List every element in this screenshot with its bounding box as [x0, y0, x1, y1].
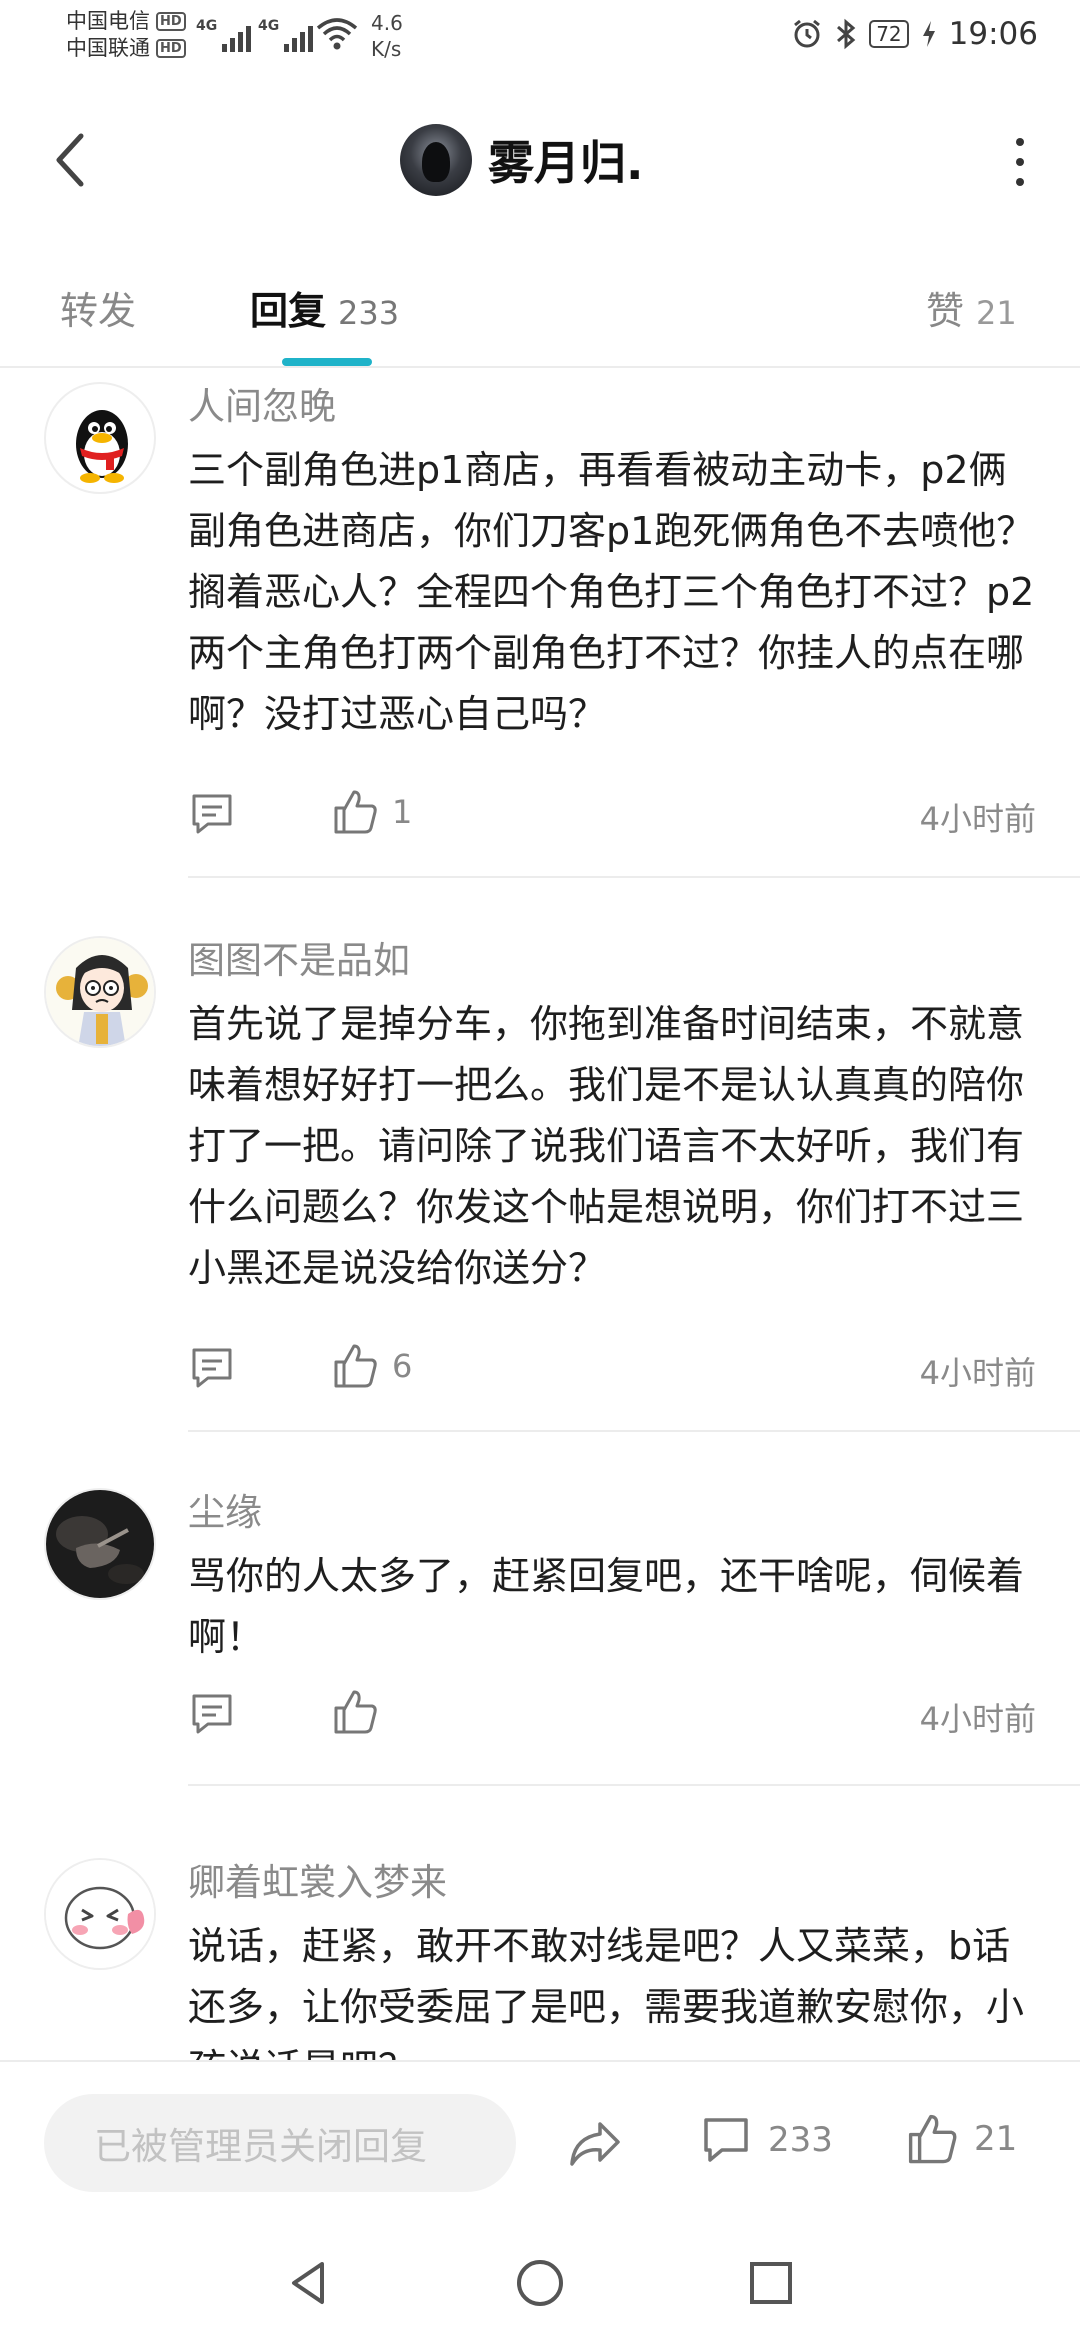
carrier-1: 中国电信 [66, 9, 150, 33]
comment-count: 233 [768, 2120, 833, 2160]
cartoon-blush-avatar[interactable] [44, 1858, 156, 1970]
clock: 19:06 [948, 16, 1038, 52]
page-title: 雾月归. [488, 136, 644, 190]
signal-icon: 4G [196, 18, 252, 52]
system-nav-bar [0, 2222, 1080, 2340]
back-button[interactable] [40, 128, 100, 192]
reply-icon[interactable] [188, 1690, 236, 1738]
author-avatar[interactable] [400, 124, 472, 196]
more-options-button[interactable] [1010, 138, 1030, 186]
like-button[interactable] [332, 1688, 392, 1736]
alarm-icon [794, 19, 821, 48]
comment-icon [704, 2118, 748, 2162]
comment-text: 骂你的人太多了，赶紧回复吧，还干啥呢，伺候着啊！ [188, 1554, 1025, 1659]
comment-list[interactable]: 人间忽晚 三个副角色进p1商店，再看看被动主动卡，p2俩副角色进商店，你们刀客p… [0, 368, 1080, 2060]
bottom-action-bar: 已被管理员关闭回复 233 21 [0, 2060, 1080, 2222]
thumbs-up-icon [908, 2114, 957, 2164]
comment-time: 4小时前 [919, 1700, 1036, 1738]
back-triangle-icon[interactable] [282, 2256, 336, 2310]
comment-author[interactable]: 卿着虹裳入梦来 [188, 1858, 1036, 1908]
status-right: 72 19:06 [791, 16, 1038, 52]
back-arrow-icon [56, 133, 84, 187]
recents-square-icon[interactable] [744, 2256, 798, 2310]
anime-girl-avatar[interactable] [44, 936, 156, 1048]
wifi-icon [316, 18, 358, 50]
post-author[interactable]: 雾月归. [400, 124, 643, 196]
comment-button[interactable]: 233 [700, 2114, 833, 2166]
like-count: 6 [392, 1347, 413, 1385]
reply-icon[interactable] [188, 790, 236, 838]
comment-text: 说话，赶紧，敢开不敢对线是吧？人又菜菜，b话还多，让你受委屈了是吧，需要我道歉安… [188, 1924, 1025, 2060]
network-speed: 4.6 K/s [371, 11, 403, 61]
reply-count: 233 [338, 294, 400, 332]
battery-indicator: 72 [869, 20, 909, 48]
status-bar: 中国电信 HD 中国联通 HD 4G 4G 4.6 K/s 72 19:06 [0, 0, 1080, 72]
comment-time: 4小时前 [919, 1354, 1036, 1392]
comment-author[interactable]: 人间忽晚 [188, 382, 1036, 432]
thumbs-up-icon [334, 1344, 377, 1388]
comment-time: 4小时前 [919, 800, 1036, 838]
dark-photo-avatar[interactable] [44, 1488, 156, 1600]
comment-author[interactable]: 图图不是品如 [188, 936, 1036, 986]
comment-actions: 1 4小时前 [188, 784, 1036, 844]
hd-badge: HD [156, 39, 186, 58]
thumbs-up-icon [334, 1690, 377, 1734]
comment-actions: 4小时前 [188, 1684, 1036, 1744]
post-like-count: 21 [974, 2119, 1018, 2159]
comment-divider [188, 876, 1080, 878]
active-tab-indicator [282, 358, 372, 366]
reply-input-disabled: 已被管理员关闭回复 [44, 2094, 516, 2192]
like-post-button[interactable]: 21 [906, 2112, 1017, 2166]
more-vertical-icon [1016, 138, 1024, 146]
charging-icon [922, 21, 935, 47]
app-header: 雾月归. [0, 110, 1080, 210]
comment-divider [188, 1430, 1080, 1432]
signal-icon: 4G [258, 18, 314, 52]
likes-count: 21 [976, 294, 1017, 332]
comment-text: 三个副角色进p1商店，再看看被动主动卡，p2俩副角色进商店，你们刀客p1跑死俩角… [188, 448, 1035, 736]
like-count: 1 [392, 793, 413, 831]
comment-divider [188, 1784, 1080, 1786]
tab-bar: 转发 回复 233 赞 21 [0, 262, 1080, 368]
home-circle-icon[interactable] [513, 2256, 567, 2310]
bluetooth-icon [837, 18, 856, 50]
like-button[interactable]: 6 [332, 1342, 412, 1390]
hd-badge: HD [156, 12, 186, 31]
share-icon[interactable] [566, 2114, 624, 2172]
comment-actions: 6 4小时前 [188, 1338, 1036, 1398]
carrier-2: 中国联通 [66, 36, 150, 60]
thumbs-up-icon [334, 790, 377, 834]
penguin-avatar[interactable] [44, 382, 156, 494]
tab-forward[interactable]: 转发 [60, 280, 136, 335]
carrier-info: 中国电信 HD 中国联通 HD [66, 8, 186, 62]
tab-reply[interactable]: 回复 233 [250, 280, 399, 335]
reply-icon[interactable] [188, 1344, 236, 1392]
comment-text: 首先说了是掉分车，你拖到准备时间结束，不就意味着想好好打一把么。我们是不是认认真… [188, 1002, 1025, 1290]
comment-author[interactable]: 尘缘 [188, 1488, 1036, 1538]
like-button[interactable]: 1 [332, 788, 412, 836]
tab-likes[interactable]: 赞 21 [926, 280, 1017, 335]
